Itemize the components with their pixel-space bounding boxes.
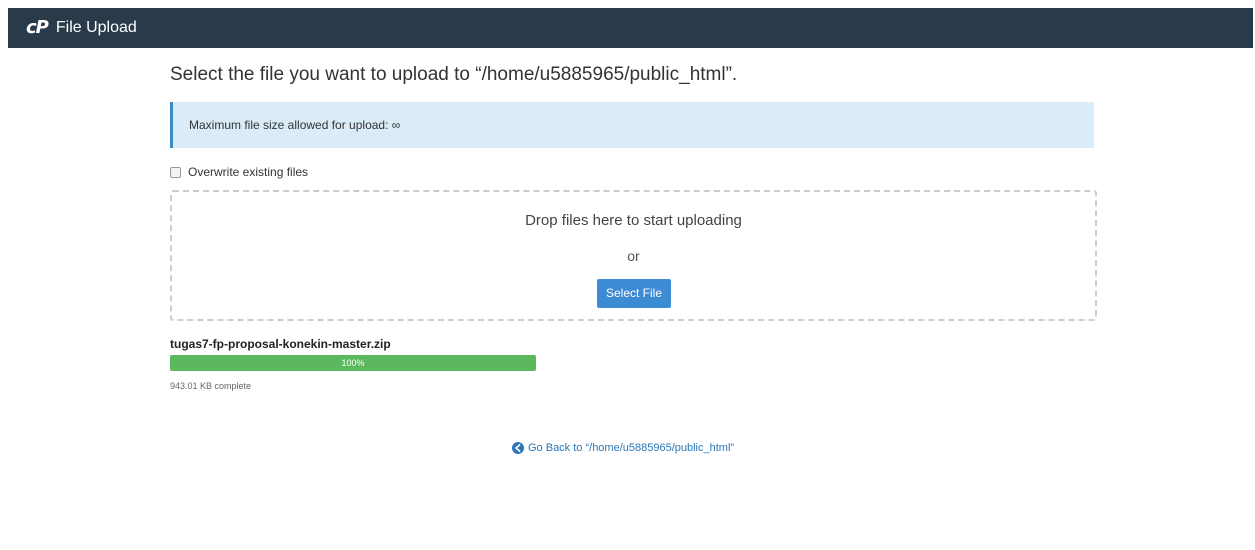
overwrite-checkbox[interactable] [170,166,181,178]
upload-progress-label: 100% [341,358,365,368]
overwrite-label[interactable]: Overwrite existing files [188,165,308,179]
drop-zone-or: or [627,248,640,264]
go-back-link[interactable]: Go Back to “/home/u5885965/public_html” [512,442,734,454]
max-file-size-alert: Maximum file size allowed for upload: ∞ [170,102,1094,148]
select-file-button[interactable]: Select File [597,279,671,308]
overwrite-option[interactable]: Overwrite existing files [170,165,308,179]
drop-zone[interactable]: Drop files here to start uploading or Se… [170,190,1097,321]
circle-arrow-left-icon [512,442,524,454]
upload-status-text: 943.01 KB complete [170,381,252,391]
max-file-size-text: Maximum file size allowed for upload: ∞ [189,118,401,132]
go-back-link-text[interactable]: Go Back to “/home/u5885965/public_html” [528,442,734,454]
upload-progress-bar: 100% [170,355,536,371]
file-upload-page: cP File Upload Select the file you want … [0,0,1255,550]
uploaded-file-name: tugas7-fp-proposal-konekin-master.zip [170,337,391,351]
top-bar: cP File Upload [8,8,1253,48]
drop-zone-text: Drop files here to start uploading [525,212,742,229]
upload-destination-heading: Select the file you want to upload to “/… [170,64,738,85]
page-title: File Upload [55,19,137,36]
cpanel-logo-icon[interactable]: cP [26,19,49,37]
